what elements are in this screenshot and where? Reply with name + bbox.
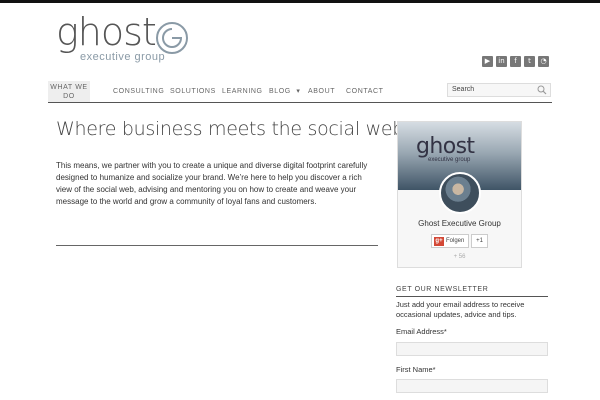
banner-subtitle: executive group xyxy=(428,157,471,163)
email-field[interactable] xyxy=(396,342,548,356)
search-input[interactable]: Search xyxy=(447,83,551,97)
nav-item-blog[interactable]: BLOG ▾ xyxy=(269,81,301,102)
newsletter-description: Just add your email address to receive o… xyxy=(396,300,525,319)
social-links: ▶ in f t ◔ xyxy=(482,56,549,67)
intro-paragraph: This means, we partner with you to creat… xyxy=(56,161,368,206)
first-name-label: First Name* xyxy=(396,365,436,374)
search-icon[interactable] xyxy=(537,85,547,95)
first-name-field[interactable] xyxy=(396,379,548,393)
linkedin-icon[interactable]: in xyxy=(496,56,507,67)
avatar[interactable] xyxy=(439,172,481,214)
logo-subtitle: executive group xyxy=(80,51,166,63)
nav-item-contact[interactable]: CONTACT xyxy=(346,81,384,102)
nav-item-about[interactable]: ABOUT xyxy=(308,81,335,102)
nav-item-learning[interactable]: LEARNING xyxy=(222,81,263,102)
google-plus-profile-card: ghost executive group Ghost Executive Gr… xyxy=(397,121,522,268)
nav-item-blog-label: BLOG xyxy=(269,88,291,95)
logo[interactable]: ghost executive group xyxy=(56,12,196,66)
page-headline: Where business meets the social web xyxy=(56,118,404,140)
google-plus-icon: g+ xyxy=(434,237,444,246)
banner-wordmark: ghost xyxy=(416,134,475,159)
search-placeholder: Search xyxy=(452,86,475,93)
email-label: Email Address* xyxy=(396,327,447,336)
plus-one-button[interactable]: +1 xyxy=(471,234,488,248)
follow-label: Folgen xyxy=(446,238,465,244)
twitter-icon[interactable]: t xyxy=(524,56,535,67)
main-nav: WHAT WE DO CONSULTING SOLUTIONS LEARNING… xyxy=(48,81,552,103)
youtube-icon[interactable]: ▶ xyxy=(482,56,493,67)
nav-item-what-we-do[interactable]: WHAT WE DO xyxy=(48,81,90,102)
facebook-icon[interactable]: f xyxy=(510,56,521,67)
profile-name[interactable]: Ghost Executive Group xyxy=(398,219,521,228)
top-bar xyxy=(0,0,600,3)
nav-item-consulting[interactable]: CONSULTING xyxy=(113,81,164,102)
follow-button[interactable]: g+ Folgen xyxy=(431,234,469,248)
nav-item-solutions[interactable]: SOLUTIONS xyxy=(170,81,216,102)
chevron-down-icon: ▾ xyxy=(296,88,301,95)
content-divider xyxy=(56,245,378,246)
follower-count: + 56 xyxy=(453,254,466,260)
rss-icon[interactable]: ◔ xyxy=(538,56,549,67)
newsletter-title: GET OUR NEWSLETTER xyxy=(396,286,548,297)
logo-wordmark: ghost xyxy=(56,10,157,54)
